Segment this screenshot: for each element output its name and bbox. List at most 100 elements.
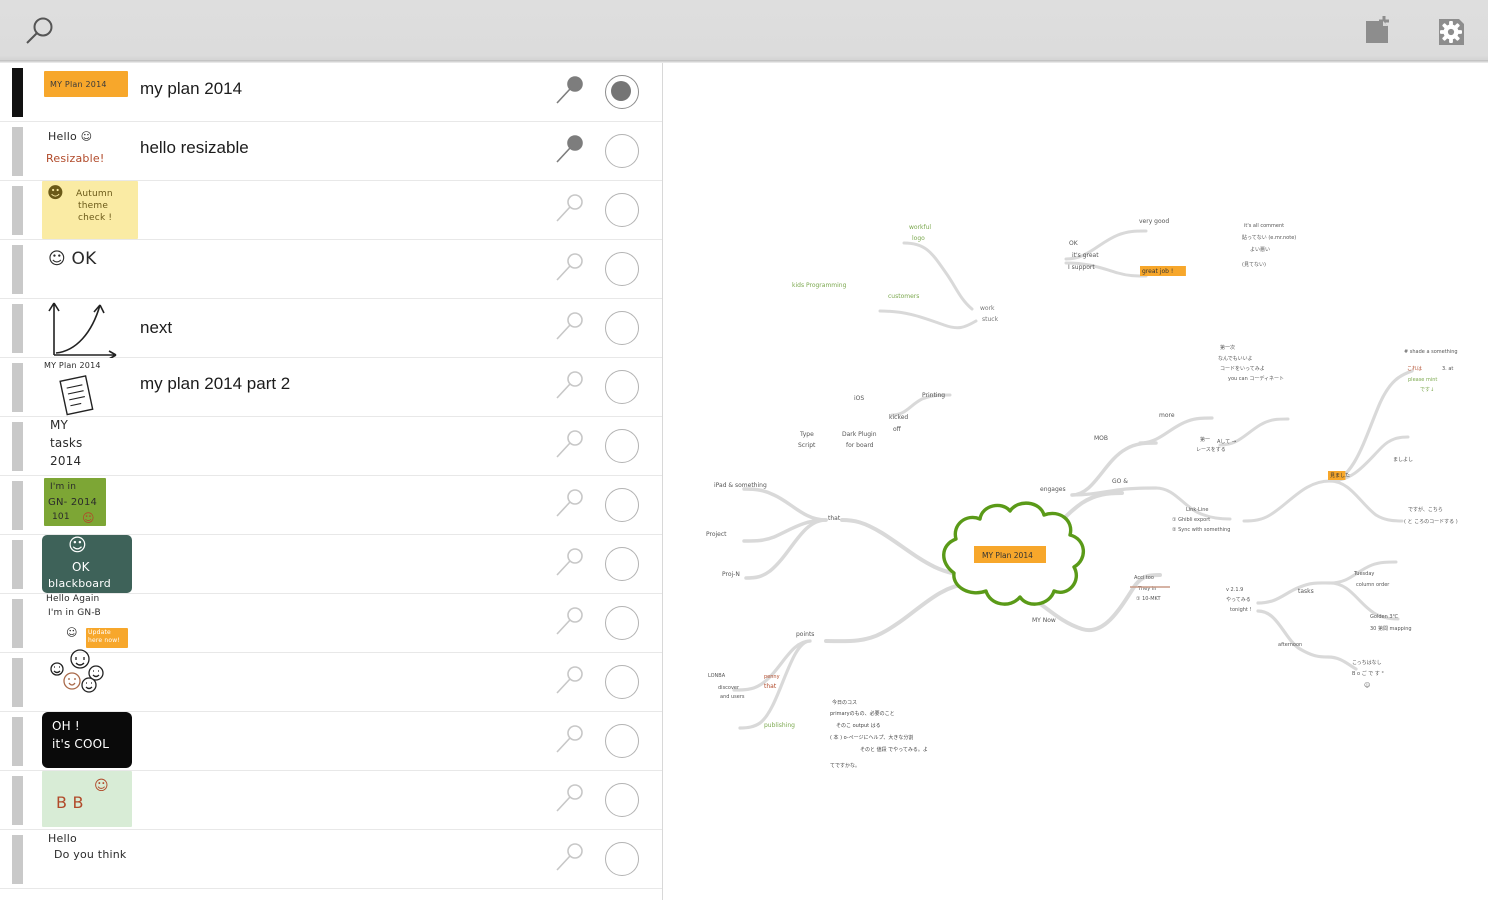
mindmap-node-label[interactable]: you can コーディネート (1228, 375, 1284, 382)
note-list-row[interactable]: ☻ Autumn theme check ! (0, 181, 662, 240)
mindmap-node-label[interactable]: 第一次 (1220, 344, 1235, 351)
mindmap-node-label[interactable]: # shade a something (1404, 349, 1458, 355)
mindmap-node-label[interactable]: iOS (854, 395, 864, 402)
mindmap-node-label[interactable]: B o ご で す ° (1352, 670, 1384, 677)
mindmap-node-label[interactable]: こっちはなし (1352, 659, 1382, 666)
mindmap-node-label[interactable]: 貼ってない (e.mr.note) (1242, 234, 1296, 241)
mindmap-node-label[interactable]: ( と ころのコードする ) (1404, 519, 1458, 525)
mindmap-node-label[interactable]: Golden 3℃ (1370, 614, 1399, 620)
magnifier-icon[interactable] (550, 426, 590, 466)
mindmap-node-label[interactable]: tasks (1298, 588, 1314, 595)
mindmap-node-label[interactable]: it's great (1072, 252, 1099, 259)
mindmap-node-label[interactable]: discover (718, 685, 740, 691)
note-list-row[interactable]: next (0, 299, 662, 360)
note-select-radio[interactable] (605, 75, 639, 109)
mindmap-node-label[interactable]: stuck (982, 316, 999, 323)
note-select-radio[interactable] (605, 783, 639, 817)
mindmap-node-label[interactable]: Script (798, 442, 816, 449)
magnifier-icon[interactable] (550, 839, 590, 879)
note-list-row[interactable]: I'm in GN- 2014 101 ☺ (0, 476, 662, 535)
note-list-sidebar[interactable]: MY Plan 2014 my plan 2014 Hello ☺ Resizabl… (0, 63, 663, 900)
mindmap-node-label[interactable]: more (1159, 412, 1175, 419)
mindmap-node-label[interactable]: Acci too (1134, 575, 1154, 581)
mindmap-node-label[interactable]: Aして → (1217, 439, 1236, 445)
magnifier-icon[interactable] (550, 190, 590, 230)
note-list-row[interactable]: Hello Do you think (0, 830, 662, 889)
mindmap-node-label[interactable]: penny (764, 674, 780, 680)
magnifier-icon[interactable] (550, 72, 590, 112)
mindmap-node-label[interactable]: MOB (1094, 435, 1108, 442)
note-select-radio[interactable] (605, 370, 639, 404)
mindmap-node-label[interactable]: Link-Line (1186, 507, 1208, 513)
note-list-row[interactable] (0, 649, 662, 712)
magnifier-icon[interactable] (550, 603, 590, 643)
mindmap-node-label[interactable]: Printing (922, 392, 945, 399)
mindmap-node-label[interactable]: LONBA (708, 673, 726, 679)
note-select-radio[interactable] (605, 724, 639, 758)
mindmap-node-label[interactable]: GO & (1112, 478, 1128, 485)
note-select-radio[interactable] (605, 134, 639, 168)
mindmap-node-label[interactable]: Proj-N (722, 571, 740, 578)
mindmap-node-label[interactable]: レースをする (1196, 446, 1226, 453)
mindmap-node-label[interactable]: I support (1068, 264, 1095, 271)
mindmap-node-label[interactable]: コードをいってみよ (1220, 365, 1265, 372)
mindmap-node-label[interactable]: column order (1356, 582, 1390, 588)
note-select-radio[interactable] (605, 193, 639, 227)
mindmap-node-label[interactable]: OK (1069, 240, 1079, 247)
settings-gear-icon[interactable] (1429, 10, 1473, 54)
mindmap-node-label[interactable]: ですが、こちら (1408, 506, 1443, 513)
mindmap-node-label[interactable]: afternoon (1278, 642, 1302, 648)
mindmap-node-label[interactable]: that (828, 515, 841, 522)
note-list-row[interactable]: Hello ☺ Resizable! hello resizable (0, 122, 662, 181)
note-list-row[interactable]: MY Plan 2014 my plan 2014 (0, 63, 662, 122)
note-list-row[interactable]: ☺ OK blackboard (0, 535, 662, 594)
magnifier-icon[interactable] (550, 131, 590, 171)
mindmap-node-label[interactable]: customers (888, 293, 919, 300)
magnifier-icon[interactable] (550, 721, 590, 761)
mindmap-node-label[interactable]: やってみる (1226, 596, 1251, 603)
magnifier-icon[interactable] (550, 485, 590, 525)
mindmap-node-label[interactable]: (見てない) (1242, 261, 1266, 268)
mindmap-node-label[interactable]: publishing (764, 722, 795, 729)
mindmap-node-label[interactable]: 見ました (1330, 473, 1350, 479)
mindmap-node-label[interactable]: Project (706, 531, 727, 538)
note-select-radio[interactable] (605, 488, 639, 522)
mindmap-node-label[interactable]: it's all comment (1244, 223, 1284, 229)
mindmap-node-label[interactable]: なんでもいいよ (1218, 355, 1253, 362)
mindmap-node-label[interactable]: よい悪い (1250, 247, 1270, 253)
mindmap-node-label[interactable]: ☺ (1364, 682, 1370, 689)
note-list-row[interactable]: MY Plan 2014 my plan 2014 part 2 (0, 358, 662, 417)
magnifier-icon[interactable] (550, 308, 590, 348)
note-select-radio[interactable] (605, 606, 639, 640)
mindmap-node-label[interactable]: tonight ! (1230, 607, 1251, 613)
note-select-radio[interactable] (605, 547, 639, 581)
mindmap-node-label[interactable]: iPad & something (714, 482, 767, 489)
magnifier-icon[interactable] (550, 367, 590, 407)
mindmap-node-label[interactable]: off (893, 426, 902, 433)
mindmap-node-label[interactable]: v 2.1.9 (1226, 587, 1243, 593)
magnifier-icon[interactable] (550, 544, 590, 584)
note-list-row[interactable]: ☺ OK (0, 240, 662, 299)
note-select-radio[interactable] (605, 842, 639, 876)
mindmap-node-label[interactable]: ① 10-MKT (1136, 596, 1161, 602)
magnifier-icon[interactable] (550, 249, 590, 289)
note-list-row[interactable]: Hello Again I'm in GN-B ☺ Update here now! (0, 594, 662, 653)
search-icon[interactable] (18, 10, 62, 54)
note-select-radio[interactable] (605, 311, 639, 345)
mindmap-node-label[interactable]: very good (1139, 218, 1169, 225)
mindmap-node-label[interactable]: logo (912, 235, 925, 242)
mindmap-node-label[interactable]: work (980, 305, 995, 312)
magnifier-icon[interactable] (550, 662, 590, 702)
mindmap-svg[interactable]: MY Plan 2014 kids Programming workful logo… (664, 63, 1488, 900)
note-select-radio[interactable] (605, 665, 639, 699)
note-list-row[interactable]: MY tasks 2014 (0, 417, 662, 476)
mindmap-canvas[interactable]: MY Plan 2014 kids Programming workful logo… (664, 63, 1488, 900)
mindmap-node-label[interactable]: and users (720, 694, 745, 700)
mindmap-node-label[interactable]: kids Programming (792, 282, 847, 289)
mindmap-node-label[interactable]: Type (799, 431, 814, 438)
note-list-row[interactable]: ☺ B B (0, 771, 662, 830)
mindmap-node-label[interactable]: MY Now (1032, 617, 1056, 624)
mindmap-node-label[interactable]: 30 第間 mapping (1370, 625, 1412, 632)
mindmap-node-label[interactable]: that (764, 683, 777, 690)
mindmap-node-label[interactable]: ① Ghibli export (1172, 517, 1210, 523)
